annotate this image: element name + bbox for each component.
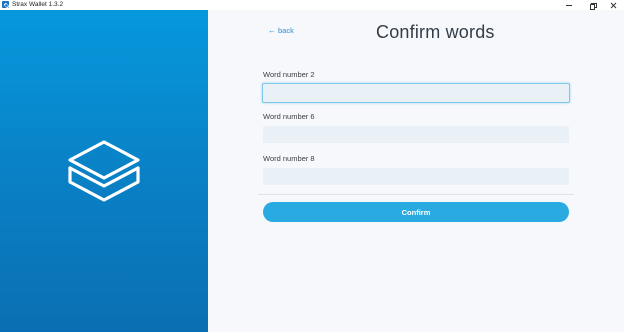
back-link[interactable]: ← back	[268, 26, 294, 35]
word-8-label: Word number 8	[263, 154, 315, 163]
restore-button[interactable]	[581, 0, 603, 10]
title-bar: Strax Wallet 1.3.2	[0, 0, 624, 10]
minimize-button[interactable]	[558, 0, 580, 10]
close-button[interactable]	[602, 0, 624, 10]
stacked-layers-logo-icon	[68, 140, 140, 202]
page-title: Confirm words	[376, 22, 495, 42]
word-2-label: Word number 2	[263, 70, 315, 79]
word-8-input[interactable]	[263, 168, 569, 185]
close-icon	[610, 2, 617, 9]
word-6-input[interactable]	[263, 126, 569, 143]
brand-side-panel	[0, 10, 208, 332]
restore-icon	[589, 2, 597, 10]
back-arrow-icon: ←	[268, 25, 276, 35]
window-title: Strax Wallet 1.3.2	[12, 1, 64, 8]
confirm-button[interactable]: Confirm	[263, 202, 569, 222]
word-2-input[interactable]	[262, 83, 570, 103]
divider	[258, 194, 574, 195]
minimize-icon	[566, 4, 572, 6]
app-window: Strax Wallet 1.3.2 ← back Confirm words …	[0, 0, 624, 332]
word-6-label: Word number 6	[263, 112, 315, 121]
app-icon	[2, 1, 9, 8]
back-label: back	[278, 26, 294, 35]
main-content: ← back Confirm words Word number 2 Word …	[208, 10, 624, 332]
